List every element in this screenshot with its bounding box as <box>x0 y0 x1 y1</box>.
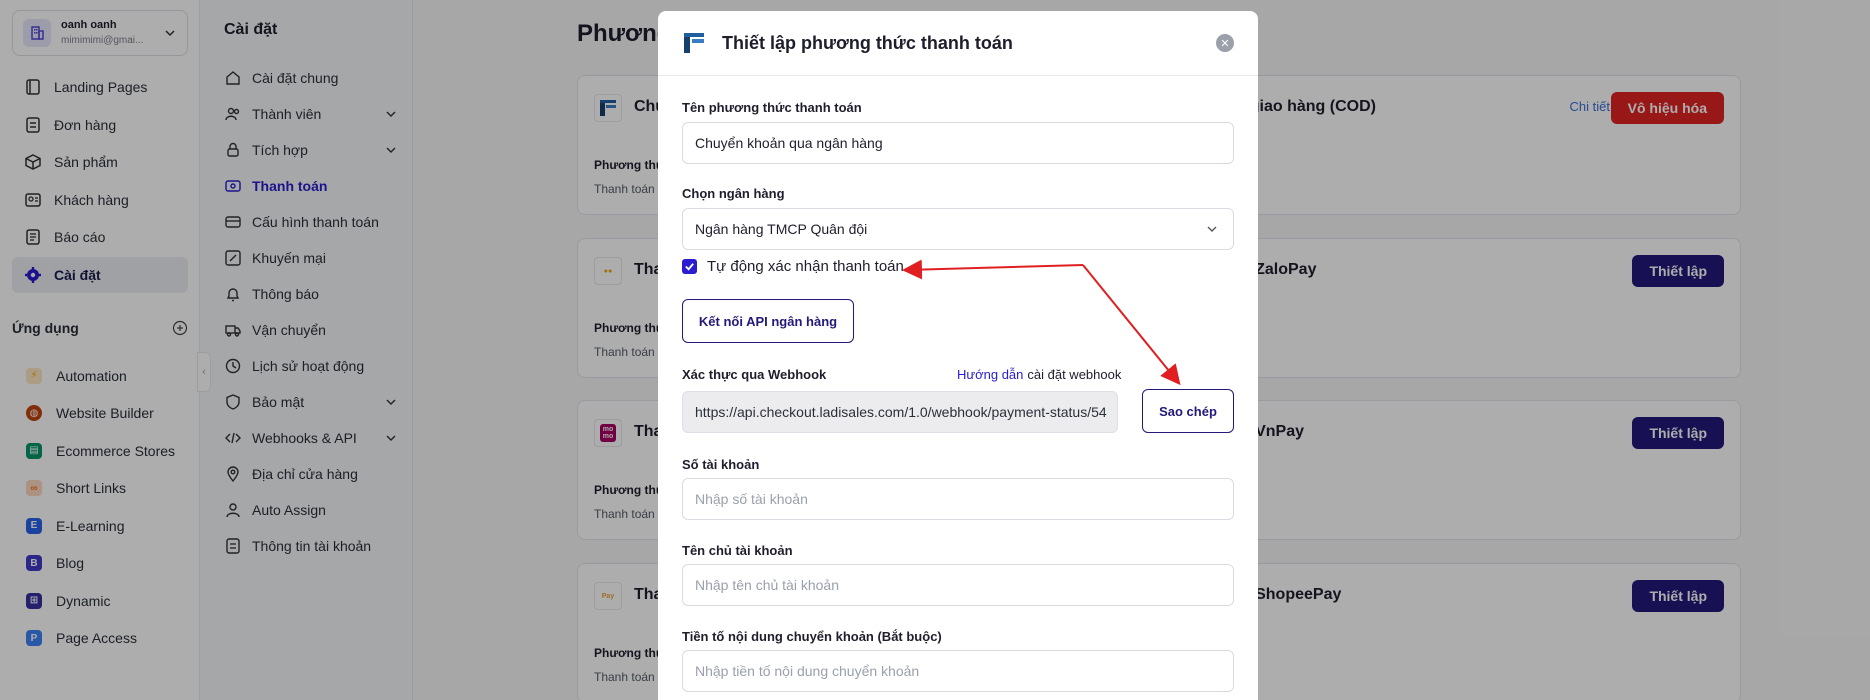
webhook-label: Xác thực qua Webhook <box>682 367 827 382</box>
close-icon[interactable]: ✕ <box>1216 34 1234 52</box>
transfer-prefix-input[interactable]: Nhập tiền tố nội dung chuyển khoản <box>682 650 1234 692</box>
webhook-guide-text: cài đặt webhook <box>1027 367 1122 382</box>
transfer-prefix-label: Tiền tố nội dung chuyển khoản (Bắt buộc) <box>682 629 942 644</box>
connect-bank-api-button[interactable]: Kết nối API ngân hàng <box>682 299 854 343</box>
webhook-guide-link[interactable]: Hướng dẫn <box>957 367 1023 382</box>
method-name-label: Tên phương thức thanh toán <box>682 100 862 115</box>
auto-confirm-checkbox[interactable] <box>682 259 697 274</box>
bank-label: Chọn ngân hàng <box>682 186 785 201</box>
payment-setup-modal: Thiết lập phương thức thanh toán ✕ Tên p… <box>658 11 1258 700</box>
method-name-input[interactable]: Chuyển khoản qua ngân hàng <box>682 122 1234 164</box>
webhook-guide: Hướng dẫn cài đặt webhook <box>957 367 1121 382</box>
webhook-url-field[interactable]: https://api.checkout.ladisales.com/1.0/w… <box>682 391 1118 433</box>
bank-select[interactable]: Ngân hàng TMCP Quân đội <box>682 208 1234 250</box>
account-number-input[interactable]: Nhập số tài khoản <box>682 478 1234 520</box>
bank-transfer-logo-icon <box>684 33 704 53</box>
account-number-label: Số tài khoản <box>682 457 760 472</box>
modal-header: Thiết lập phương thức thanh toán ✕ <box>658 11 1258 76</box>
auto-confirm-row[interactable]: Tự động xác nhận thanh toán <box>682 258 904 275</box>
account-holder-label: Tên chủ tài khoản <box>682 543 793 558</box>
account-holder-input[interactable]: Nhập tên chủ tài khoản <box>682 564 1234 606</box>
auto-confirm-label: Tự động xác nhận thanh toán <box>707 258 904 275</box>
chevron-down-icon <box>1207 226 1217 232</box>
modal-title: Thiết lập phương thức thanh toán <box>722 32 1013 53</box>
bank-select-value: Ngân hàng TMCP Quân đội <box>695 221 868 237</box>
copy-button[interactable]: Sao chép <box>1142 389 1234 433</box>
check-icon <box>685 263 694 271</box>
